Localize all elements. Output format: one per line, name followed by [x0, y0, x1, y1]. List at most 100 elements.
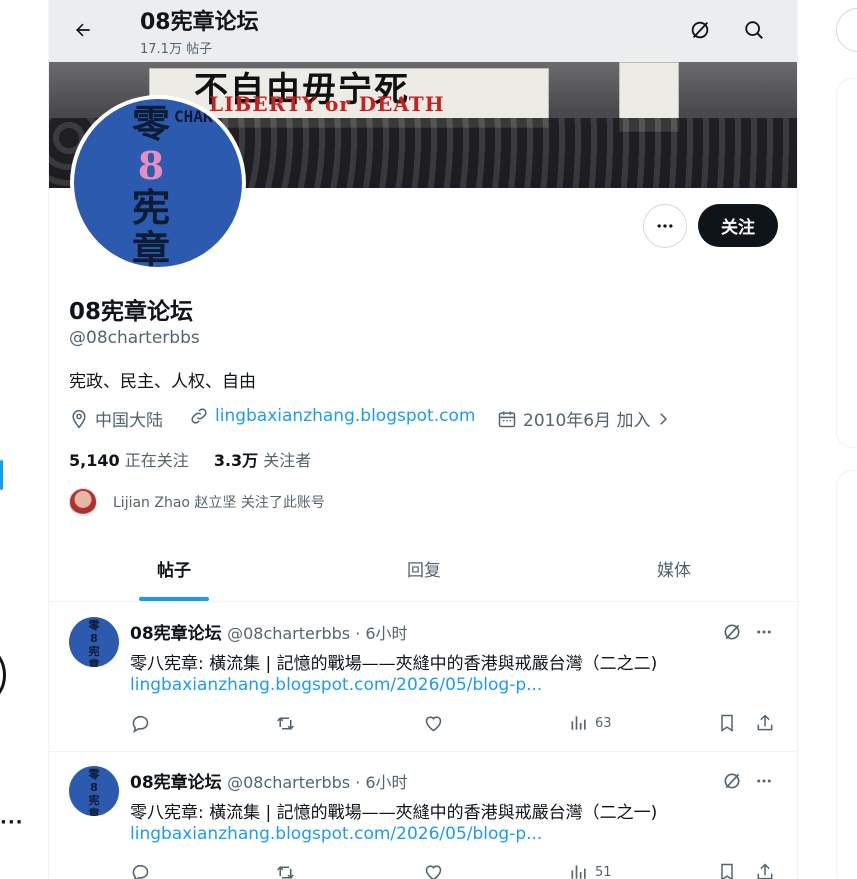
tab-media[interactable]: 媒体 — [549, 536, 797, 601]
share-icon — [757, 714, 773, 731]
right-sidebar-card — [836, 470, 857, 879]
profile-handle: @08charterbbs — [69, 328, 200, 348]
more-icon — [657, 224, 673, 228]
post-author-name[interactable]: 08宪章论坛 — [130, 773, 222, 793]
post-avatar[interactable]: 零8宪章 — [69, 617, 119, 667]
post-author-name[interactable]: 08宪章论坛 — [130, 624, 222, 644]
bookmark-button[interactable] — [717, 860, 737, 879]
grok-icon — [724, 773, 740, 789]
views-icon — [571, 865, 586, 879]
bookmark-button[interactable] — [717, 711, 737, 735]
profile-bio: 宪政、民主、人权、自由 — [69, 372, 256, 392]
website-link[interactable]: lingbaxianzhang.blogspot.com — [215, 406, 475, 426]
grok-icon — [724, 624, 740, 640]
retweet-button[interactable] — [274, 860, 297, 879]
follow-button[interactable]: 关注 — [698, 204, 778, 247]
post-meta: @08charterbbs · 6小时 — [227, 773, 408, 792]
back-button[interactable] — [65, 12, 101, 48]
link-icon — [191, 408, 207, 424]
page: ··· 08宪章论坛 17.1万 帖子 不自由毋宁死 LIBERTY or DE… — [0, 0, 857, 879]
share-button[interactable] — [755, 860, 775, 879]
post-header: 08宪章论坛 @08charterbbs · 6小时 — [130, 619, 408, 644]
like-icon — [425, 715, 442, 731]
joined-text: 2010年6月 加入 — [523, 411, 651, 431]
bookmark-icon — [721, 714, 733, 732]
right-search-input[interactable] — [836, 8, 857, 52]
nav-more-icon[interactable]: ··· — [0, 812, 24, 833]
following-label: 正在关注 — [124, 451, 189, 470]
tab-replies[interactable]: 回复 — [299, 536, 549, 601]
post-more-button[interactable] — [751, 768, 777, 794]
follower-avatar — [69, 488, 97, 516]
avatar-image: 零 8 宪 章 CHARTER08 — [74, 99, 242, 267]
like-button[interactable] — [423, 860, 444, 879]
post-meta: @08charterbbs · 6小时 — [227, 624, 408, 643]
location-icon — [72, 409, 86, 428]
post-text: 零八宪章: 橫流集 | 記憶的戰場——夾縫中的香港與戒嚴台灣（二之二) — [130, 654, 658, 674]
grok-icon — [691, 21, 709, 39]
post-grok-button[interactable] — [719, 619, 745, 645]
back-arrow-icon — [76, 23, 90, 37]
share-button[interactable] — [755, 711, 775, 735]
post-more-button[interactable] — [751, 619, 777, 645]
post-link[interactable]: lingbaxianzhang.blogspot.com/2026/05/blo… — [130, 675, 542, 695]
post-item[interactable]: 零8宪章 08宪章论坛 @08charterbbs · 6小时 零八宪章: 橫流… — [49, 752, 797, 879]
post-header: 08宪章论坛 @08charterbbs · 6小时 — [130, 768, 408, 793]
followers-label: 关注者 — [263, 451, 312, 470]
top-bar: 08宪章论坛 17.1万 帖子 — [49, 0, 797, 62]
profile-stats: 5,140 正在关注 3.3万 关注者 — [69, 447, 311, 471]
reply-button[interactable] — [130, 860, 151, 879]
views-button[interactable]: 63 — [569, 711, 612, 735]
post-avatar[interactable]: 零8宪章 — [69, 766, 119, 816]
left-nav-rail: ··· — [0, 0, 48, 879]
nav-active-indicator — [0, 460, 3, 490]
views-count: 51 — [595, 864, 612, 879]
retweet-icon — [277, 865, 294, 879]
profile-name: 08宪章论坛 — [69, 299, 194, 325]
calendar-icon — [498, 411, 516, 427]
reply-icon — [132, 864, 149, 879]
post-item[interactable]: 零8宪章 08宪章论坛 @08charterbbs · 6小时 零八宪章: 橫流… — [49, 603, 797, 752]
profile-website[interactable]: lingbaxianzhang.blogspot.com — [189, 406, 475, 426]
avatar-char: 章 — [131, 227, 170, 268]
avatar-en-text: CHARTER08 — [174, 107, 242, 126]
avatar-char: 宪 — [131, 185, 170, 230]
followed-by-text: Lijian Zhao 赵立坚 关注了此账号 — [113, 495, 325, 511]
search-icon — [745, 21, 763, 39]
share-icon — [757, 863, 773, 879]
views-count: 63 — [595, 715, 612, 731]
grok-button[interactable] — [682, 12, 718, 48]
views-button[interactable]: 51 — [569, 860, 612, 879]
search-button[interactable] — [736, 12, 772, 48]
profile-column: 08宪章论坛 17.1万 帖子 不自由毋宁死 LIBERTY or DEATH … — [48, 0, 798, 879]
right-sidebar-card — [836, 78, 857, 448]
profile-avatar[interactable]: 零 8 宪 章 CHARTER08 — [70, 95, 246, 271]
followers-count: 3.3万 — [213, 451, 259, 470]
followers-link[interactable]: 3.3万 关注者 — [214, 451, 311, 470]
reply-icon — [132, 715, 149, 733]
views-icon — [571, 716, 586, 730]
bookmark-icon — [721, 863, 733, 879]
profile-location: 中国大陆 — [69, 406, 163, 431]
tab-posts[interactable]: 帖子 — [49, 536, 299, 601]
reply-button[interactable] — [130, 711, 151, 735]
chevron-right-icon[interactable] — [654, 410, 672, 428]
avatar-char: 8 — [137, 143, 165, 188]
avatar-cn-text: 零 8 宪 章 — [128, 101, 174, 268]
like-button[interactable] — [423, 711, 444, 735]
location-text: 中国大陆 — [95, 411, 163, 431]
post-link[interactable]: lingbaxianzhang.blogspot.com/2026/05/blo… — [130, 824, 542, 844]
header-title: 08宪章论坛 — [140, 10, 259, 35]
header-post-count: 17.1万 帖子 — [140, 42, 213, 57]
post-text: 零八宪章: 橫流集 | 記憶的戰場——夾縫中的香港與戒嚴台灣（二之一) — [130, 803, 658, 823]
more-icon — [757, 779, 771, 783]
following-count: 5,140 — [69, 451, 120, 470]
avatar-char: 零 — [131, 101, 170, 146]
followed-by[interactable]: Lijian Zhao 赵立坚 关注了此账号 — [69, 488, 325, 516]
following-link[interactable]: 5,140 正在关注 — [69, 451, 189, 470]
more-options-button[interactable] — [643, 204, 687, 248]
post-grok-button[interactable] — [719, 768, 745, 794]
retweet-button[interactable] — [274, 711, 297, 735]
nav-post-button-edge[interactable] — [0, 650, 6, 700]
retweet-icon — [277, 716, 294, 730]
